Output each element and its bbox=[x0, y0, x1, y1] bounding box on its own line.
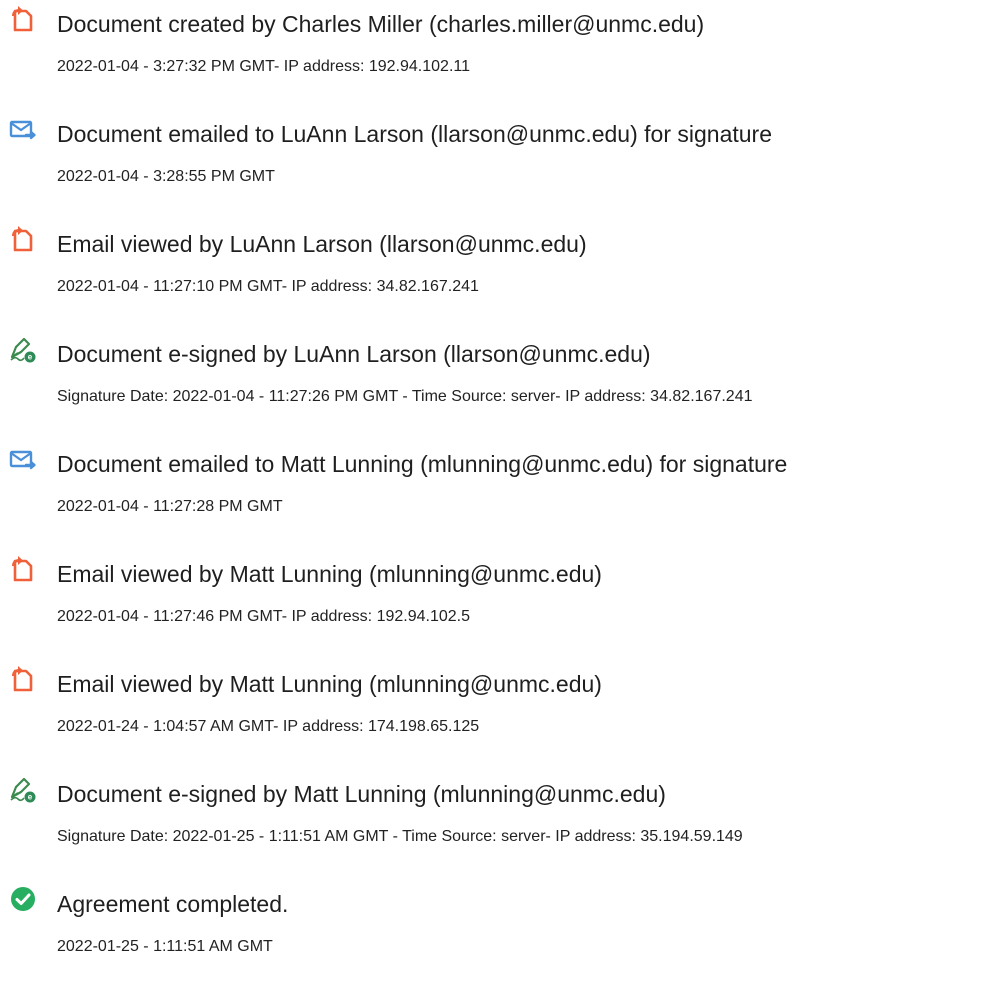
event-detail: 2022-01-04 - 11:27:10 PM GMT- IP address… bbox=[57, 278, 479, 295]
event-detail: 2022-01-04 - 11:27:28 PM GMT bbox=[57, 498, 283, 515]
event-title: Document emailed to LuAnn Larson (llarso… bbox=[57, 121, 772, 147]
audit-event-email-viewed: Email viewed by LuAnn Larson (llarson@un… bbox=[0, 220, 984, 320]
event-detail: Signature Date: 2022-01-04 - 11:27:26 PM… bbox=[57, 388, 753, 405]
event-title: Agreement completed. bbox=[57, 891, 289, 917]
email-viewed-icon bbox=[12, 666, 33, 692]
event-detail: 2022-01-04 - 11:27:46 PM GMT- IP address… bbox=[57, 608, 470, 625]
event-title: Document emailed to Matt Lunning (mlunni… bbox=[57, 451, 788, 477]
event-title: Document e-signed by LuAnn Larson (llars… bbox=[57, 341, 651, 367]
event-detail: 2022-01-04 - 3:27:32 PM GMT- IP address:… bbox=[57, 58, 470, 75]
event-detail: 2022-01-04 - 3:28:55 PM GMT bbox=[57, 168, 275, 185]
agreement-completed-icon bbox=[11, 887, 35, 911]
email-viewed-icon bbox=[12, 226, 33, 252]
svg-text:e: e bbox=[28, 353, 33, 362]
audit-event-document-created: Document created by Charles Miller (char… bbox=[0, 0, 984, 100]
audit-event-agreement-completed: Agreement completed. 2022-01-25 - 1:11:5… bbox=[0, 880, 984, 980]
event-detail: Signature Date: 2022-01-25 - 1:11:51 AM … bbox=[57, 828, 743, 845]
audit-event-e-signed: e Document e-signed by LuAnn Larson (lla… bbox=[0, 330, 984, 430]
audit-event-list: Document created by Charles Miller (char… bbox=[0, 0, 984, 992]
event-detail: 2022-01-24 - 1:04:57 AM GMT- IP address:… bbox=[57, 718, 480, 735]
audit-event-email-sent: Document emailed to LuAnn Larson (llarso… bbox=[0, 110, 984, 210]
e-signed-icon: e bbox=[10, 777, 36, 803]
event-title: Email viewed by LuAnn Larson (llarson@un… bbox=[57, 231, 587, 257]
event-detail: 2022-01-25 - 1:11:51 AM GMT bbox=[57, 938, 273, 955]
event-title: Email viewed by Matt Lunning (mlunning@u… bbox=[57, 671, 602, 697]
audit-event-email-viewed: Email viewed by Matt Lunning (mlunning@u… bbox=[0, 550, 984, 650]
email-viewed-icon bbox=[12, 556, 33, 582]
event-title: Document created by Charles Miller (char… bbox=[57, 11, 705, 37]
event-title: Document e-signed by Matt Lunning (mlunn… bbox=[57, 781, 666, 807]
svg-text:e: e bbox=[28, 793, 33, 802]
audit-event-email-sent: Document emailed to Matt Lunning (mlunni… bbox=[0, 440, 984, 540]
email-sent-icon bbox=[9, 120, 36, 140]
e-signed-icon: e bbox=[10, 337, 36, 363]
audit-event-e-signed: e Document e-signed by Matt Lunning (mlu… bbox=[0, 770, 984, 870]
event-title: Email viewed by Matt Lunning (mlunning@u… bbox=[57, 561, 602, 587]
document-created-icon bbox=[12, 6, 33, 32]
email-sent-icon bbox=[9, 450, 36, 470]
audit-event-email-viewed: Email viewed by Matt Lunning (mlunning@u… bbox=[0, 660, 984, 760]
